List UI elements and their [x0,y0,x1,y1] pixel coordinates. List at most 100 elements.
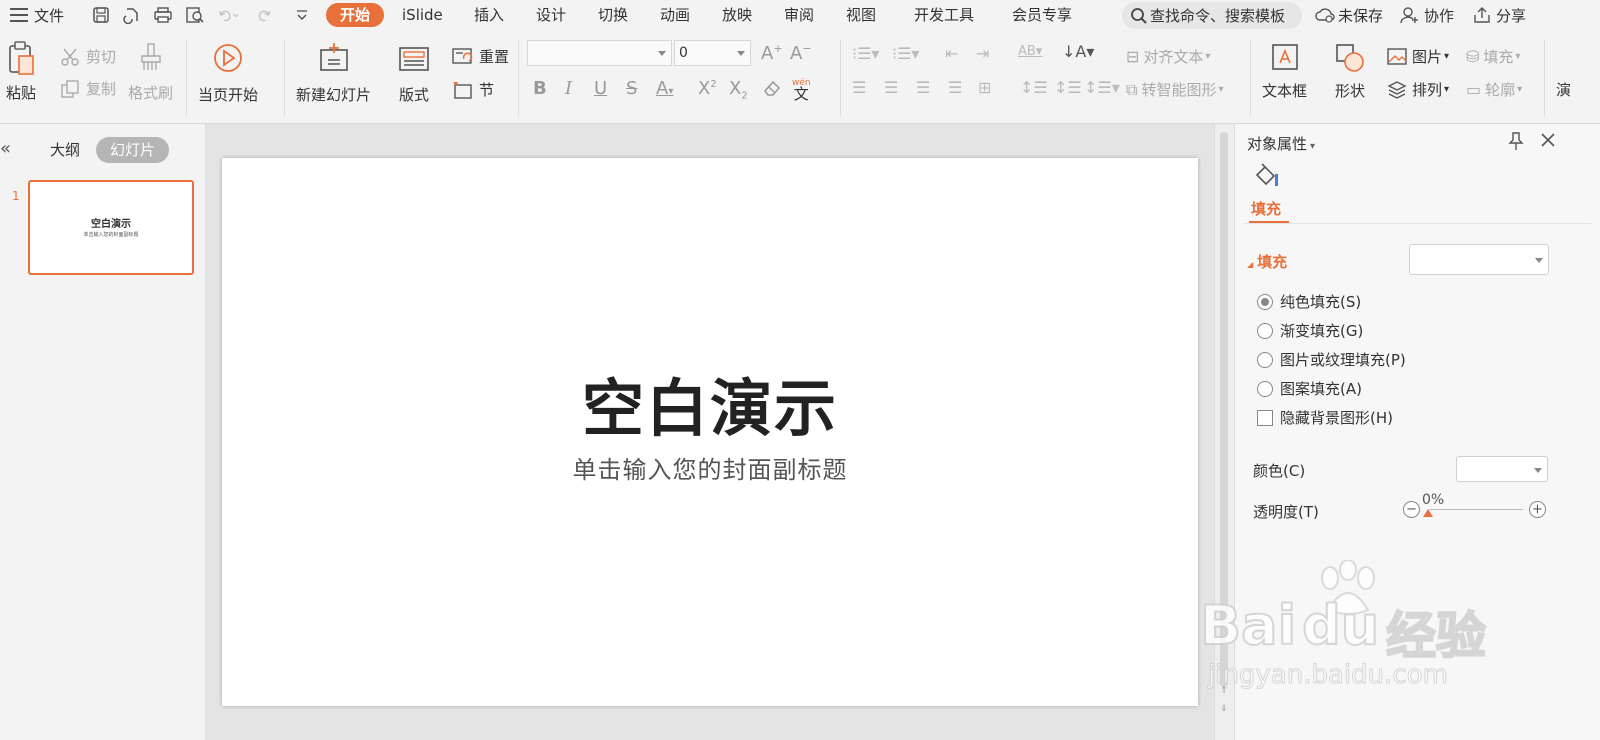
eraser-icon[interactable] [762,78,782,103]
ribbon-overflow[interactable]: 演 [1556,79,1571,100]
tab-outline[interactable]: 大纲 [36,137,94,163]
tab-slides[interactable]: 幻灯片 [96,137,170,163]
line-spacing-icon[interactable]: ↕☰ [1020,78,1048,97]
pinyin-guide-icon[interactable]: wén 文 [792,78,811,102]
tab-slideshow[interactable]: 放映 [718,3,756,27]
justify-icon[interactable]: ☰ [948,78,962,97]
paste-button[interactable]: 粘贴 [6,40,36,103]
tab-view[interactable]: 视图 [842,3,880,27]
tab-home[interactable]: 开始 [326,3,385,27]
bold-icon[interactable]: B [533,78,547,99]
prev-slide-icon[interactable]: ⇑ [1220,686,1228,696]
share-button[interactable]: 分享 [1472,3,1526,27]
radio-button[interactable] [1257,293,1273,310]
decrease-indent-icon[interactable]: ⇤ [945,44,958,63]
numbering-icon[interactable]: ⁝☰▾ [892,44,919,63]
fill-section-header[interactable]: ◢ 填充 [1247,251,1287,272]
format-painter-button[interactable]: 格式刷 [128,42,173,103]
export-icon[interactable] [122,5,142,25]
picture-button[interactable]: 图片 ▾ [1386,46,1449,67]
tab-transition[interactable]: 切换 [594,3,632,27]
tab-animation[interactable]: 动画 [656,3,694,27]
copy-button[interactable]: 复制 [60,78,116,99]
radio-picture-fill[interactable]: 图片或纹理填充(P) [1257,349,1406,370]
convert-smartart-button[interactable]: ⧉ 转智能图形 ▾ [1126,79,1223,100]
radio-gradient-fill[interactable]: 渐变填充(G) [1257,320,1363,341]
fill-preset-select[interactable] [1409,244,1549,275]
align-text-button[interactable]: ⊟ 对齐文本 ▾ [1126,46,1210,67]
file-menu[interactable]: 文件 [10,0,64,30]
new-slide-button[interactable]: 新建幻灯片 [296,42,371,105]
align-right-icon[interactable]: ☰ [916,78,930,97]
columns-icon[interactable]: ↕☰▾ [1084,78,1120,97]
italic-icon[interactable]: I [565,78,572,99]
tab-design[interactable]: 设计 [532,3,570,27]
slide[interactable]: 空白演示 单击输入您的封面副标题 [222,158,1198,706]
shrink-font-icon[interactable]: A− [790,42,812,64]
collab-button[interactable]: 协作 [1400,3,1454,27]
subscript-icon[interactable]: X2 [729,78,748,102]
radio-pattern-fill[interactable]: 图案填充(A) [1257,378,1362,399]
section-button[interactable]: 节 [451,79,494,100]
textbox-button[interactable]: 文本框 [1262,42,1307,101]
arrange-button[interactable]: 排列 ▾ [1386,79,1449,100]
decrease-transparency-button[interactable]: − [1403,501,1420,518]
tab-developer[interactable]: 开发工具 [910,3,978,27]
hide-background-checkbox[interactable]: 隐藏背景图形(H) [1257,407,1393,428]
reset-button[interactable]: 重置 [451,46,509,67]
slide-subtitle[interactable]: 单击输入您的封面副标题 [222,450,1198,485]
next-slide-icon[interactable]: ⇓ [1220,704,1228,714]
fill-bucket-icon[interactable] [1253,162,1281,194]
sort-icon[interactable]: ↓A▾ [1062,42,1094,61]
unsaved-status[interactable]: 未保存 [1314,3,1383,27]
vertical-scrollbar[interactable]: ⇑ ⇓ [1214,124,1234,740]
command-search[interactable]: 查找命令、搜索模板 [1122,2,1302,29]
tab-member[interactable]: 会员专享 [1008,3,1076,27]
transparency-slider[interactable] [1429,509,1523,510]
increase-indent-icon[interactable]: ⇥ [976,44,989,63]
redo-icon[interactable] [256,5,276,25]
print-preview-icon[interactable] [185,5,205,25]
paragraph-spacing-icon[interactable]: ↕☰ [1054,78,1082,97]
superscript-icon[interactable]: X2 [698,78,717,99]
cut-button[interactable]: 剪切 [60,46,116,67]
shape-button[interactable]: 形状 [1334,42,1366,101]
text-direction-icon[interactable]: AB▾ [1018,44,1042,59]
align-center-icon[interactable]: ☰ [884,78,898,97]
grow-font-icon[interactable]: A+ [761,42,783,64]
shape-fill-button[interactable]: ⛁ 填充 ▾ [1466,46,1520,67]
tab-review[interactable]: 审阅 [780,3,818,27]
bullets-icon[interactable]: ⁝☰▾ [852,44,879,63]
save-icon[interactable] [91,5,111,25]
pane-title[interactable]: 对象属性 ▾ [1247,133,1315,154]
transparency-slider-handle[interactable] [1423,509,1433,517]
font-color-icon[interactable]: A▾ [656,78,673,99]
color-select[interactable] [1456,456,1548,482]
radio-button[interactable] [1257,351,1273,368]
align-left-icon[interactable]: ☰ [852,78,866,97]
increase-transparency-button[interactable]: + [1529,501,1546,518]
radio-button[interactable] [1257,380,1273,397]
checkbox[interactable] [1257,409,1273,426]
print-icon[interactable] [153,5,173,25]
layout-button[interactable]: 版式 [398,46,430,105]
tab-insert[interactable]: 插入 [470,3,508,27]
strikethrough-icon[interactable]: S [626,78,637,99]
tab-islide[interactable]: iSlide [398,3,447,27]
distribute-icon[interactable]: ⊞ [978,78,991,97]
slide-title[interactable]: 空白演示 [222,358,1198,448]
radio-solid-fill[interactable]: 纯色填充(S) [1257,291,1361,312]
radio-button[interactable] [1257,322,1273,339]
shape-outline-button[interactable]: ▭ 轮廓 ▾ [1466,79,1522,100]
scrollbar-thumb[interactable] [1220,132,1228,687]
slide-thumbnail[interactable]: 空白演示 单击输入您的封面副标题 [28,180,194,275]
collapse-panel-icon[interactable]: « [0,138,11,159]
pin-icon[interactable] [1507,131,1525,155]
undo-icon[interactable] [218,5,238,25]
underline-icon[interactable]: U [594,78,607,99]
font-family-select[interactable] [527,40,672,66]
play-from-current-button[interactable]: 当页开始 [198,42,258,105]
close-icon[interactable] [1539,131,1557,153]
customize-quick-access-icon[interactable] [292,5,312,25]
tab-fill[interactable]: 填充 [1251,198,1281,219]
